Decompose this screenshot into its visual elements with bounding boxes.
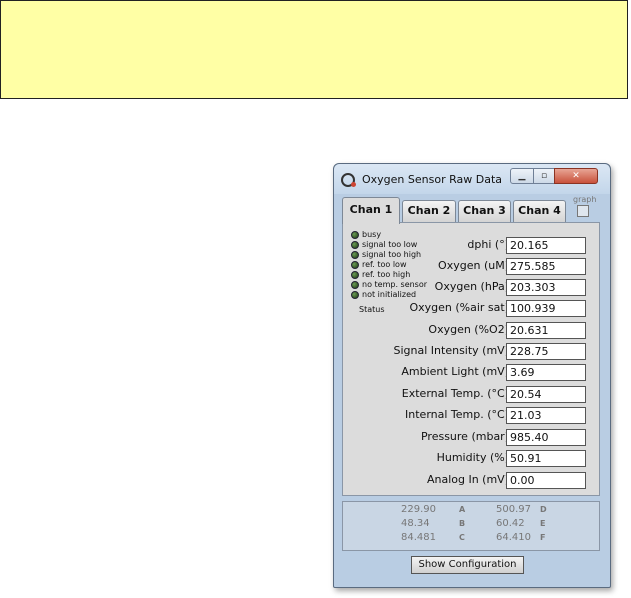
status-led-icon — [351, 241, 359, 249]
graph-checkbox[interactable] — [577, 205, 589, 217]
field-label-oxygen-o2: Oxygen (%O2) — [428, 323, 509, 336]
raw-value-f: 64.410 — [496, 532, 531, 543]
field-value-oxygen-hpa[interactable]: 203.303 — [506, 279, 586, 296]
minimize-button[interactable]: ▁ — [510, 168, 534, 184]
field-label-oxygen-air-sat: Oxygen (%air sat) — [409, 301, 509, 314]
field-value-ambient-light[interactable]: 3.69 — [506, 364, 586, 381]
raw-value-e: 60.42 — [496, 518, 525, 529]
field-value-dphi[interactable]: 20.165 — [506, 237, 586, 254]
raw-value-c: 84.481 — [401, 532, 436, 543]
field-label-ambient-light: Ambient Light (mV) — [401, 365, 509, 378]
yellow-banner — [0, 0, 628, 99]
maximize-button[interactable]: ▫ — [533, 168, 555, 184]
raw-value-b: 48.34 — [401, 518, 430, 529]
tab-chan-3[interactable]: Chan 3 — [458, 200, 511, 222]
raw-letter-a: A — [459, 505, 466, 514]
raw-letter-b: B — [459, 519, 466, 528]
raw-letter-e: E — [540, 519, 546, 528]
field-value-analog-in[interactable]: 0.00 — [506, 472, 586, 489]
led-label: no temp. sensor — [362, 280, 428, 289]
led-label: signal too low — [362, 240, 418, 249]
led-label: ref. too high — [362, 270, 411, 279]
field-value-internal-temp[interactable]: 21.03 — [506, 407, 586, 424]
raw-value-d: 500.97 — [496, 504, 531, 515]
field-label-dphi: dphi (°) — [467, 238, 509, 251]
field-label-oxygen-um: Oxygen (uM) — [438, 259, 509, 272]
field-value-humidity[interactable]: 50.91 — [506, 450, 586, 467]
raw-letter-c: C — [459, 533, 465, 542]
oxygen-sensor-window: Oxygen Sensor Raw Data ▁ ▫ ✕ Chan 1 Chan… — [333, 163, 611, 588]
status-led-icon — [351, 231, 359, 239]
window-title: Oxygen Sensor Raw Data — [362, 173, 502, 186]
led-label: busy — [362, 230, 382, 239]
field-value-external-temp[interactable]: 20.54 — [506, 386, 586, 403]
field-label-oxygen-hpa: Oxygen (hPa) — [434, 280, 509, 293]
field-value-oxygen-air-sat[interactable]: 100.939 — [506, 300, 586, 317]
field-value-signal-intensity[interactable]: 228.75 — [506, 343, 586, 360]
show-configuration-button[interactable]: Show Configuration — [411, 556, 524, 574]
raw-letter-d: D — [540, 505, 547, 514]
field-value-pressure[interactable]: 985.40 — [506, 429, 586, 446]
status-led-icon — [351, 271, 359, 279]
raw-data-panel: 229.90 A 48.34 B 84.481 C 500.97 D 60.42… — [342, 501, 600, 551]
field-label-pressure: Pressure (mbar) — [420, 430, 509, 443]
oxygen-app-icon — [341, 173, 356, 187]
tab-chan-4[interactable]: Chan 4 — [513, 200, 566, 222]
status-led-icon — [351, 251, 359, 259]
field-value-oxygen-o2[interactable]: 20.631 — [506, 322, 586, 339]
raw-letter-f: F — [540, 533, 546, 542]
led-label: not initialized — [362, 290, 417, 299]
field-label-analog-in: Analog In (mV) — [426, 473, 509, 486]
led-label: ref. too low — [362, 260, 407, 269]
close-button[interactable]: ✕ — [554, 168, 598, 184]
status-indicators: busy signal too low signal too high ref.… — [349, 230, 427, 302]
field-value-oxygen-um[interactable]: 275.585 — [506, 258, 586, 275]
tab-chan-1[interactable]: Chan 1 — [342, 197, 400, 224]
led-label: signal too high — [362, 250, 422, 259]
graph-label: graph — [573, 195, 597, 204]
channel-panel: busy signal too low signal too high ref.… — [342, 222, 600, 496]
field-label-internal-temp: Internal Temp. (°C) — [405, 408, 509, 421]
status-label: Status — [359, 305, 385, 314]
title-bar[interactable]: Oxygen Sensor Raw Data ▁ ▫ ✕ — [334, 164, 610, 194]
field-label-signal-intensity: Signal Intensity (mV) — [393, 344, 509, 357]
field-label-external-temp: External Temp. (°C) — [401, 387, 509, 400]
field-label-humidity: Humidity (%) — [436, 451, 509, 464]
status-led-icon — [351, 261, 359, 269]
status-led-icon — [351, 281, 359, 289]
tab-chan-2[interactable]: Chan 2 — [402, 200, 456, 222]
status-led-icon — [351, 291, 359, 299]
raw-value-a: 229.90 — [401, 504, 436, 515]
